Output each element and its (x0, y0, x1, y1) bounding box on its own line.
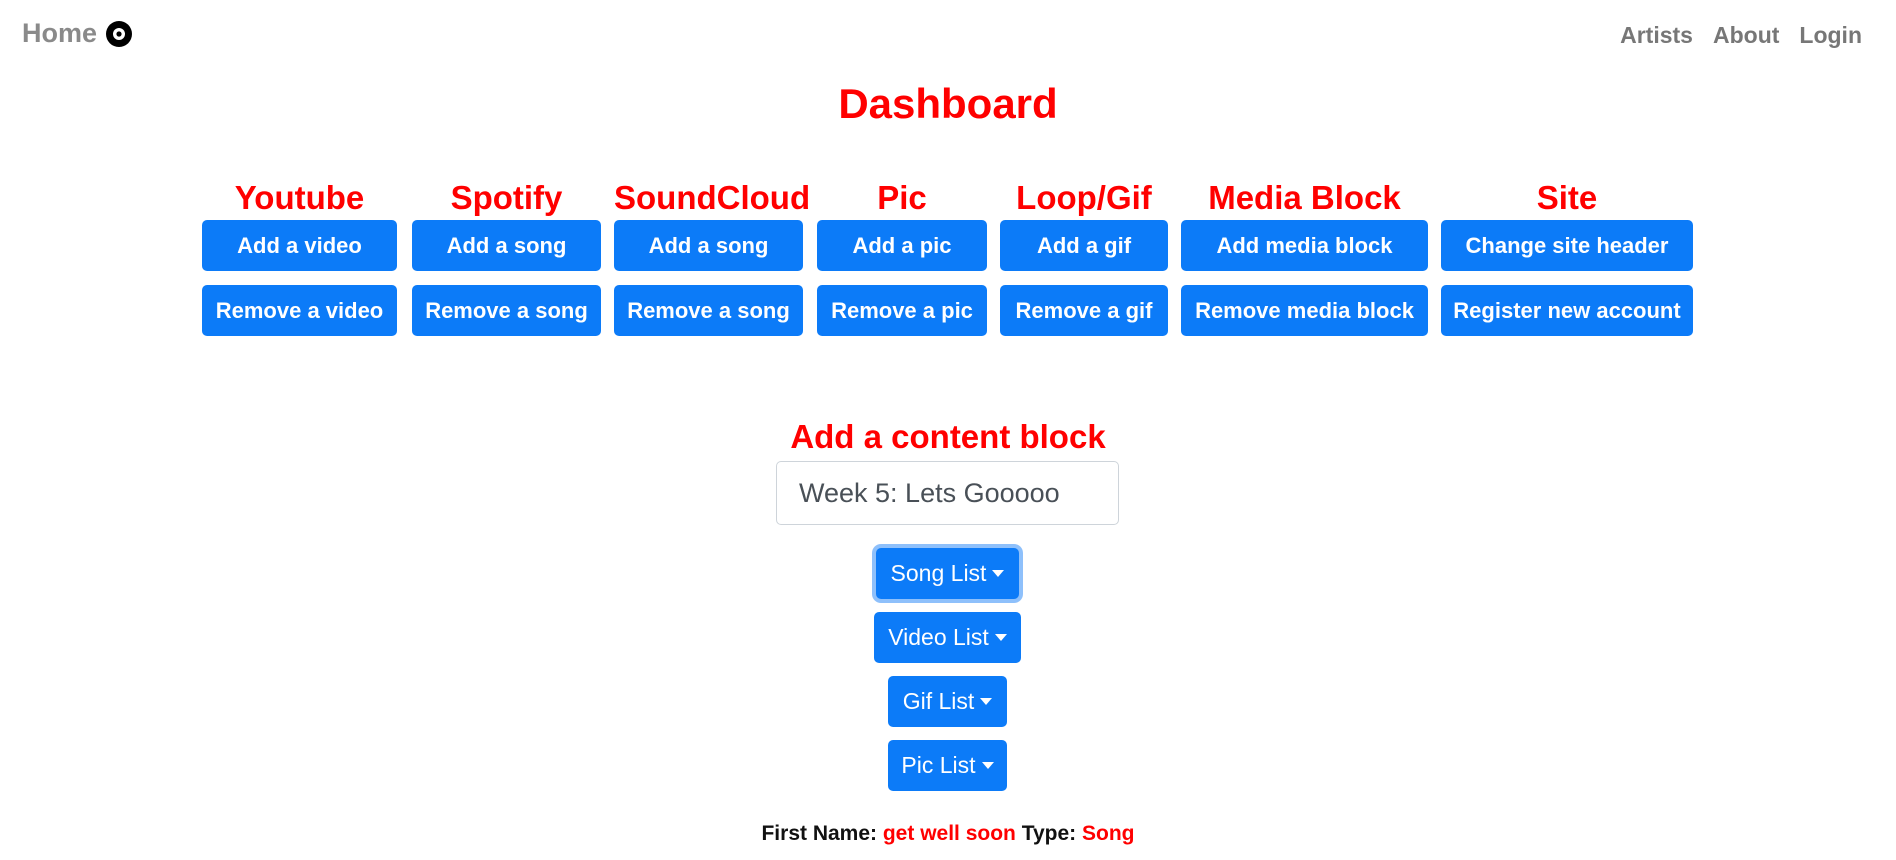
column-title: Loop/Gif (1016, 179, 1152, 216)
column-site: Site Change site header Register new acc… (1441, 176, 1693, 336)
caret-down-icon (980, 698, 993, 705)
column-title: Site (1536, 179, 1598, 216)
nav-links: Artists About Login (1610, 22, 1872, 49)
nav-link-login[interactable]: Login (1789, 22, 1872, 49)
caret-down-icon (994, 634, 1007, 641)
video-list-dropdown[interactable]: Video List (874, 612, 1021, 663)
column-loop-gif: Loop/Gif Add a gif Remove a gif (1000, 176, 1168, 336)
column-spotify: Spotify Add a song Remove a song (412, 176, 601, 336)
nav-link-about[interactable]: About (1703, 22, 1789, 49)
gif-list-dropdown[interactable]: Gif List (888, 676, 1007, 727)
remove-media-block-button[interactable]: Remove media block (1181, 285, 1428, 336)
dropdown-label: Video List (888, 624, 989, 650)
home-label: Home (22, 18, 98, 48)
selected-item-info: First Name: get well soon Type: Song (0, 822, 1896, 846)
caret-down-icon (981, 762, 994, 769)
content-block-name-input[interactable] (776, 461, 1119, 525)
column-soundcloud: SoundCloud Add a song Remove a song (614, 176, 811, 336)
dropdown-label: Song List (890, 560, 987, 586)
add-spotify-song-button[interactable]: Add a song (412, 220, 601, 271)
column-youtube: Youtube Add a video Remove a video (202, 176, 397, 336)
column-title: Youtube (234, 179, 365, 216)
remove-pic-button[interactable]: Remove a pic (817, 285, 987, 336)
nav-link-artists[interactable]: Artists (1610, 22, 1703, 49)
home-link[interactable]: Home (22, 18, 133, 49)
first-name-value: get well soon (882, 822, 1016, 845)
remove-spotify-song-button[interactable]: Remove a song (412, 285, 601, 336)
column-title: Spotify (450, 179, 563, 216)
add-gif-button[interactable]: Add a gif (1000, 220, 1168, 271)
register-new-account-button[interactable]: Register new account (1441, 285, 1693, 336)
first-name-label: First Name: (761, 822, 878, 845)
add-video-button[interactable]: Add a video (202, 220, 397, 271)
pic-list-dropdown[interactable]: Pic List (888, 740, 1007, 791)
caret-down-icon (992, 570, 1005, 577)
add-pic-button[interactable]: Add a pic (817, 220, 987, 271)
vinyl-disc-icon (106, 20, 133, 47)
page-title: Dashboard (838, 80, 1058, 127)
column-title: Pic (877, 179, 927, 216)
navbar: Home Artists About Login (0, 0, 1896, 72)
remove-video-button[interactable]: Remove a video (202, 285, 397, 336)
type-label: Type: (1021, 822, 1077, 845)
dropdown-label: Pic List (901, 752, 976, 778)
type-value: Song (1082, 822, 1135, 845)
dropdown-label: Gif List (902, 688, 975, 714)
remove-soundcloud-song-button[interactable]: Remove a song (614, 285, 803, 336)
column-media-block: Media Block Add media block Remove media… (1181, 176, 1428, 336)
content-block-title: Add a content block (790, 418, 1106, 455)
column-title: SoundCloud (614, 179, 811, 216)
song-list-dropdown[interactable]: Song List (876, 548, 1019, 599)
change-site-header-button[interactable]: Change site header (1441, 220, 1693, 271)
column-title: Media Block (1208, 179, 1401, 216)
add-media-block-button[interactable]: Add media block (1181, 220, 1428, 271)
remove-gif-button[interactable]: Remove a gif (1000, 285, 1168, 336)
column-pic: Pic Add a pic Remove a pic (817, 176, 987, 336)
add-soundcloud-song-button[interactable]: Add a song (614, 220, 803, 271)
